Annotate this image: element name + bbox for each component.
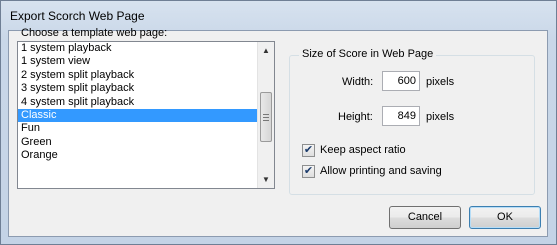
height-input[interactable]: 849 [382, 106, 420, 126]
template-list-item[interactable]: Green [18, 136, 258, 149]
window-title: Export Scorch Web Page [10, 9, 145, 23]
check-icon: ✔ [303, 165, 314, 177]
scrollbar-thumb[interactable] [260, 92, 272, 142]
check-icon: ✔ [303, 144, 314, 156]
template-list-item[interactable]: Classic [18, 108, 258, 123]
template-list-item[interactable]: Fun [18, 122, 258, 135]
allow-print-checkbox[interactable]: ✔ [302, 165, 315, 178]
template-list-item[interactable]: Orange [18, 149, 258, 162]
template-list-scrollbar[interactable]: ▲ ▼ [257, 42, 274, 188]
template-list-item[interactable]: 1 system view [18, 55, 258, 68]
cancel-button[interactable]: Cancel [389, 206, 461, 229]
scroll-up-icon[interactable]: ▲ [258, 42, 274, 59]
keep-aspect-checkbox[interactable]: ✔ [302, 144, 315, 157]
scroll-down-icon[interactable]: ▼ [258, 171, 274, 188]
allow-print-label[interactable]: Allow printing and saving [320, 165, 442, 177]
template-list-item[interactable]: 2 system split playback [18, 69, 258, 82]
template-list-item[interactable]: 3 system split playback [18, 82, 258, 95]
template-list-item[interactable]: 4 system split playback [18, 96, 258, 109]
ok-button[interactable]: OK [469, 206, 541, 229]
width-unit-label: pixels [426, 76, 455, 88]
height-label: Height: [338, 111, 373, 123]
height-unit-label: pixels [426, 111, 455, 123]
template-list-item[interactable]: 1 system playback [18, 42, 258, 55]
width-label: Width: [342, 76, 374, 88]
template-listbox[interactable]: 1 system playback 1 system view 2 system s… [17, 41, 275, 189]
keep-aspect-label[interactable]: Keep aspect ratio [320, 144, 406, 156]
width-input[interactable]: 600 [382, 71, 420, 91]
score-size-group-title: Size of Score in Web Page [299, 48, 437, 60]
template-list-label: Choose a template web page: [21, 27, 168, 39]
template-list-items: 1 system playback 1 system view 2 system s… [18, 42, 258, 163]
